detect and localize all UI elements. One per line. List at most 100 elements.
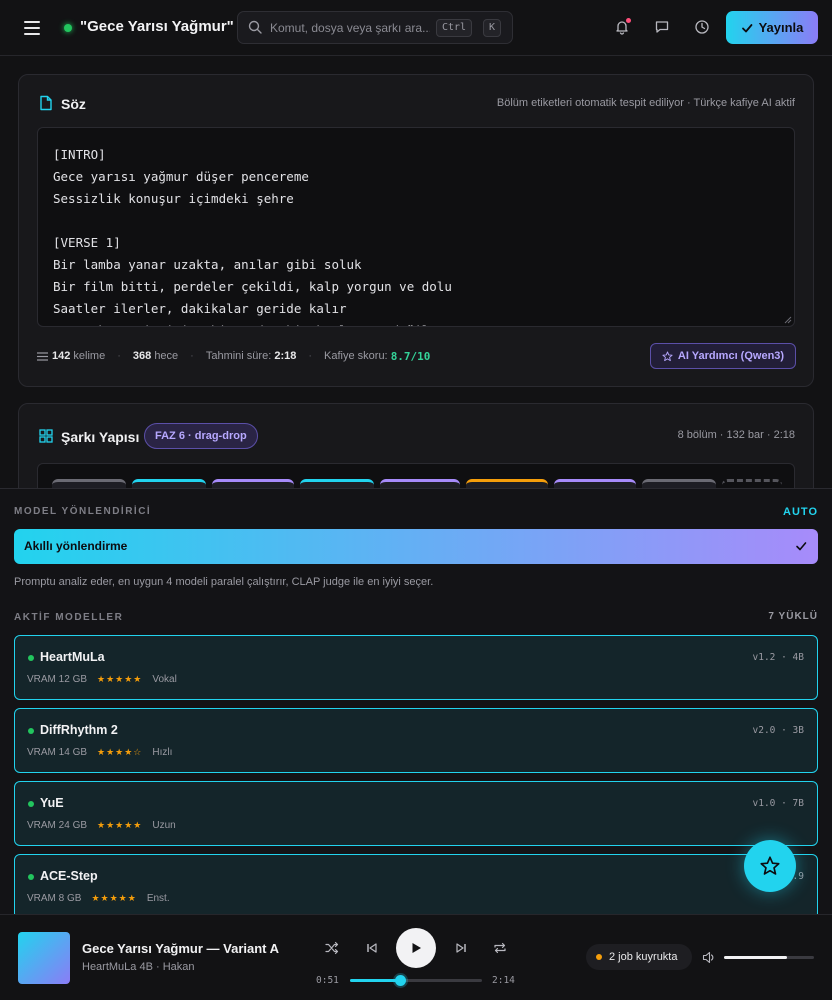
- shortcut-k: K: [483, 19, 502, 37]
- lyrics-title: Söz: [61, 96, 86, 112]
- previous-button[interactable]: [362, 938, 382, 958]
- model-status-dot: [28, 728, 34, 734]
- repeat-button[interactable]: [490, 938, 510, 958]
- model-tag: Uzun: [152, 820, 176, 831]
- top-bar: "Gece Yarısı Yağmur" Ctrl K Yayınla: [0, 0, 832, 56]
- router-mode[interactable]: AUTO: [783, 506, 818, 518]
- check-icon: [741, 23, 752, 32]
- model-status-dot: [28, 655, 34, 661]
- shuffle-button[interactable]: [322, 938, 342, 958]
- lines-icon: [37, 351, 48, 361]
- publish-button[interactable]: Yayınla: [726, 11, 818, 44]
- model-meta: VRAM 12 GB ★★★★★ Vokal: [27, 674, 177, 685]
- model-vram: VRAM 12 GB: [27, 674, 88, 685]
- model-card[interactable]: ACE-Step VRAM 8 GB ★★★★★ Enst. v1.9: [14, 854, 818, 914]
- structure-title: Şarkı Yapısı: [61, 429, 140, 445]
- duration-label: Tahmini süre:: [205, 350, 272, 362]
- play-button[interactable]: [396, 928, 436, 968]
- resize-grip-icon[interactable]: [784, 316, 792, 324]
- router-description: Promptu analiz eder, en uygun 4 modeli p…: [14, 576, 434, 588]
- rhyme-score: 8.7/10: [390, 349, 431, 363]
- model-status-dot: [28, 874, 34, 880]
- track-subtitle: HeartMuLa 4B · Hakan: [82, 961, 195, 973]
- star-icon: [760, 856, 780, 875]
- progress-handle[interactable]: [395, 975, 407, 986]
- volume-icon[interactable]: [702, 951, 716, 964]
- current-time: 0:51: [316, 975, 339, 986]
- search-input[interactable]: [270, 20, 430, 36]
- skip-forward-icon: [456, 943, 466, 953]
- publish-label: Yayınla: [758, 20, 804, 35]
- model-vram: VRAM 24 GB: [27, 820, 88, 831]
- chat-icon: [655, 21, 669, 33]
- project-title: "Gece Yarısı Yağmur": [80, 18, 234, 35]
- next-button[interactable]: [451, 938, 471, 958]
- lyrics-hint: Bölüm etiketleri otomatik tespit ediliyo…: [496, 97, 795, 109]
- model-rating: ★★★★☆: [97, 747, 143, 757]
- album-cover[interactable]: [18, 932, 70, 984]
- lyrics-card: Söz Bölüm etiketleri otomatik tespit edi…: [18, 74, 814, 387]
- lyrics-stats: 142 kelime · 368 hece · Tahmini süre: 2:…: [37, 348, 430, 364]
- model-version: v1.0 · 7B: [752, 798, 804, 809]
- model-meta: VRAM 24 GB ★★★★★ Uzun: [27, 820, 176, 831]
- model-vram: VRAM 14 GB: [27, 747, 88, 758]
- model-rating: ★★★★★: [97, 674, 143, 684]
- model-name: DiffRhythm 2: [40, 723, 118, 737]
- ai-assistant-button[interactable]: AI Yardımcı (Qwen3): [650, 343, 796, 369]
- duration-value: 2:18: [274, 350, 297, 362]
- ai-assistant-label: AI Yardımcı (Qwen3): [677, 350, 785, 362]
- model-meta: VRAM 8 GB ★★★★★ Enst.: [27, 893, 170, 904]
- model-name: YuE: [40, 796, 64, 810]
- check-icon: [796, 542, 807, 551]
- loaded-count: 7 YÜKLÜ: [768, 611, 818, 622]
- queue-label: 2 job kuyrukta: [609, 951, 678, 963]
- structure-summary: 8 bölüm · 132 bar · 2:18: [677, 429, 795, 441]
- model-name: ACE-Step: [40, 869, 98, 883]
- word-count: 142: [52, 350, 71, 362]
- shuffle-icon: [325, 941, 339, 955]
- history-button[interactable]: [691, 16, 713, 38]
- clock-icon: [695, 20, 709, 34]
- phase-badge: FAZ 6 · drag-drop: [144, 423, 258, 449]
- play-icon: [412, 943, 421, 953]
- volume-fill: [724, 956, 787, 959]
- queue-status[interactable]: 2 job kuyrukta: [586, 944, 692, 970]
- comments-button[interactable]: [651, 16, 673, 38]
- model-vram: VRAM 8 GB: [27, 893, 82, 904]
- model-router-panel: MODEL YÖNLENDİRİCİ AUTO Akıllı yönlendir…: [0, 488, 832, 914]
- skip-back-icon: [367, 943, 377, 953]
- model-tag: Enst.: [146, 893, 170, 904]
- menu-icon[interactable]: [22, 19, 42, 37]
- volume-slider[interactable]: [724, 956, 814, 959]
- model-card[interactable]: DiffRhythm 2 VRAM 14 GB ★★★★☆ Hızlı v2.0…: [14, 708, 818, 773]
- command-search[interactable]: Ctrl K: [237, 11, 513, 44]
- syllable-count-label: hece: [154, 350, 179, 362]
- model-version: v1.2 · 4B: [752, 652, 804, 663]
- model-card[interactable]: HeartMuLa VRAM 12 GB ★★★★★ Vokal v1.2 · …: [14, 635, 818, 700]
- queue-status-dot: [596, 954, 602, 960]
- model-status-dot: [28, 801, 34, 807]
- document-icon: [40, 95, 52, 111]
- lyrics-editor[interactable]: [INTRO] Gece yarısı yağmur düşer pencere…: [37, 127, 795, 327]
- model-rating: ★★★★★: [97, 820, 143, 830]
- repeat-icon: [494, 942, 506, 954]
- progress-slider[interactable]: [350, 975, 482, 986]
- model-card[interactable]: YuE VRAM 24 GB ★★★★★ Uzun v1.0 · 7B: [14, 781, 818, 846]
- model-version: v2.0 · 3B: [752, 725, 804, 736]
- progress-fill: [350, 979, 401, 982]
- lyrics-text[interactable]: [INTRO] Gece yarısı yağmur düşer pencere…: [53, 144, 452, 326]
- player-bar: Gece Yarısı Yağmur — Variant A HeartMuLa…: [0, 914, 832, 1000]
- model-name: HeartMuLa: [40, 650, 105, 664]
- smart-routing-option[interactable]: Akıllı yönlendirme: [14, 529, 818, 564]
- notification-dot: [626, 18, 631, 23]
- star-icon: [662, 350, 673, 361]
- active-models-label: AKTİF MODELLER: [14, 612, 124, 623]
- track-title: Gece Yarısı Yağmur — Variant A: [82, 941, 280, 956]
- notifications-button[interactable]: [611, 16, 633, 38]
- word-count-label: kelime: [73, 350, 106, 362]
- ai-fab-button[interactable]: [744, 840, 796, 892]
- model-tag: Hızlı: [152, 747, 173, 758]
- model-tag: Vokal: [152, 674, 177, 685]
- model-meta: VRAM 14 GB ★★★★☆ Hızlı: [27, 747, 172, 758]
- project-status-dot: [64, 24, 72, 32]
